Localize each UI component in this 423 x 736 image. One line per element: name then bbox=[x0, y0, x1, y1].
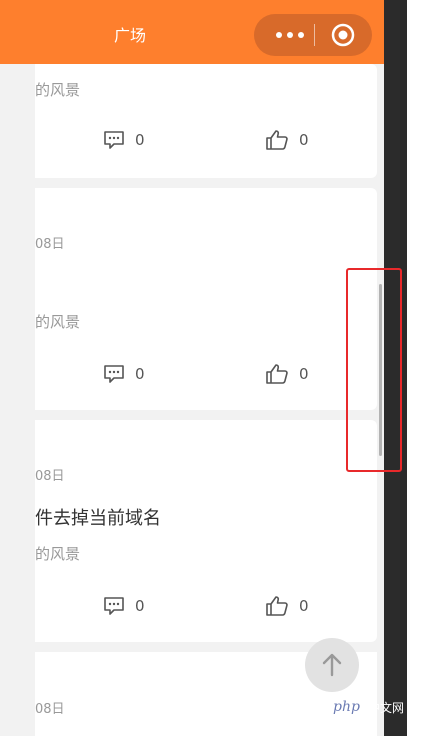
comment-count: 0 bbox=[135, 597, 145, 615]
like-count: 0 bbox=[299, 131, 309, 149]
post-card: 08日 的风景 0 0 bbox=[35, 188, 377, 410]
nav-header: 广场 bbox=[0, 0, 384, 64]
thumbs-up-icon bbox=[266, 364, 288, 384]
capsule-divider bbox=[314, 24, 315, 46]
thumbs-up-icon bbox=[266, 596, 288, 616]
post-description: 的风景 bbox=[35, 313, 81, 331]
comment-icon bbox=[104, 131, 124, 149]
comment-action[interactable]: 0 bbox=[103, 362, 145, 386]
post-card: 的风景 0 0 bbox=[35, 64, 377, 178]
post-description: 的风景 bbox=[35, 545, 81, 563]
like-action[interactable]: 0 bbox=[265, 128, 309, 152]
post-title[interactable]: 件去掉当前域名 bbox=[35, 508, 161, 530]
comment-icon bbox=[104, 597, 124, 615]
post-date: 08日 bbox=[35, 237, 65, 252]
page-title: 广场 bbox=[113, 26, 146, 45]
back-to-top-button[interactable] bbox=[305, 638, 359, 692]
watermark-text: 中文网 bbox=[367, 700, 404, 715]
post-description: 的风景 bbox=[35, 81, 81, 99]
like-action[interactable]: 0 bbox=[265, 362, 309, 386]
post-card: 08日 件去掉当前域名 的风景 0 0 bbox=[35, 420, 377, 642]
arrow-up-icon bbox=[322, 653, 342, 677]
comment-action[interactable]: 0 bbox=[103, 594, 145, 618]
watermark-logo: php bbox=[329, 698, 364, 716]
comment-action[interactable]: 0 bbox=[103, 128, 145, 152]
app-screen: 广场 的风景 0 0 08日 的风景 0 0 08日 件去掉当前域名 的风景 0… bbox=[0, 0, 384, 736]
like-count: 0 bbox=[299, 597, 309, 615]
like-count: 0 bbox=[299, 365, 309, 383]
thumbs-up-icon bbox=[266, 130, 288, 150]
comment-icon bbox=[104, 365, 124, 383]
capsule-menu bbox=[254, 14, 372, 56]
comment-count: 0 bbox=[135, 365, 145, 383]
watermark: php 中文网 bbox=[329, 697, 423, 717]
scrollbar-highlight bbox=[346, 268, 402, 472]
post-date: 08日 bbox=[35, 469, 65, 484]
more-dots-icon[interactable] bbox=[268, 24, 312, 46]
target-circle-icon[interactable] bbox=[330, 22, 356, 48]
post-date: 08日 bbox=[35, 702, 65, 717]
comment-count: 0 bbox=[135, 131, 145, 149]
like-action[interactable]: 0 bbox=[265, 594, 309, 618]
